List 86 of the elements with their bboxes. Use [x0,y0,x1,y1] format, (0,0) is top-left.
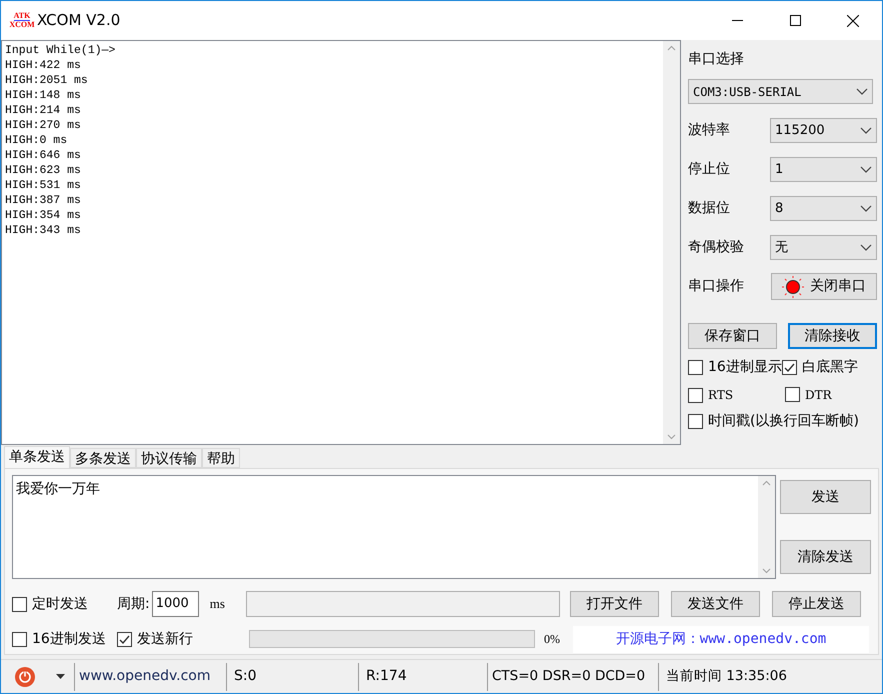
button[interactable]: 清除接收 [788,323,877,349]
received-line: HIGH:646 ms [5,148,81,163]
modem-lines-status: CTS=0 DSR=0 DCD=0 [487,662,658,690]
checkbox[interactable] [117,632,132,646]
progress-reading: 0% [544,631,560,648]
dropdown[interactable]: 1 [770,157,877,182]
checkmark-icon [119,634,130,644]
period-label: 周期: [117,594,150,614]
setting-label: 奇偶校验 [688,238,744,257]
current-time: 当前时间 13:35:06 [658,662,787,690]
received-line: HIGH:531 ms [5,178,81,193]
period-field[interactable]: 1000 [152,591,199,617]
website-link[interactable]: www.openedv.com [74,662,226,690]
checkbox-label: 发送新行 [137,630,193,648]
received-line: HIGH:214 ms [5,103,81,118]
operation-label: 串口操作 [688,277,744,296]
received-line: HIGH:270 ms [5,118,81,133]
checkbox[interactable] [688,388,703,402]
button[interactable]: 发送文件 [670,591,760,617]
window-title: XCOM V2.0 [37,10,120,32]
checkmark-icon [784,362,795,373]
chevron-down-icon [667,434,676,440]
app-logo: ATK XCOM [11,12,33,29]
checkbox[interactable] [688,414,703,429]
button[interactable]: 发送 [780,480,871,514]
chevron-down-icon [860,244,872,252]
close-icon [847,14,859,26]
chevron-down-icon [860,166,872,174]
button[interactable]: 停止发送 [772,591,861,617]
received-line: HIGH:387 ms [5,193,81,208]
unit-label: ms [210,595,225,614]
button[interactable]: 打开文件 [570,591,659,617]
dropdown[interactable]: 8 [770,196,877,221]
dropdown[interactable]: 115200 [770,118,877,143]
checkbox-label: 时间戳(以换行回车断帧) [708,412,859,431]
checkbox[interactable] [785,387,800,402]
chevron-down-icon [762,568,771,574]
maximize-icon [790,15,800,26]
dropdown[interactable]: 无 [770,235,877,260]
checkbox-label: 白底黑字 [802,358,858,377]
tab[interactable]: 单条发送 [4,446,70,468]
received-line: HIGH:343 ms [5,223,81,238]
received-line: HIGH:2051 ms [5,73,88,88]
received-line: Input While(1)—> [5,43,116,58]
checkbox-label: DTR [805,386,832,404]
chevron-up-icon [667,45,676,51]
tab[interactable]: 多条发送 [70,448,136,468]
file-path-field[interactable] [246,591,560,617]
sent-count: S:0 [226,662,358,690]
minimize-icon [732,20,742,21]
indicator-light-icon [782,276,804,298]
received-line: HIGH:148 ms [5,88,81,103]
setting-label: 数据位 [688,199,730,218]
checkbox-label: RTS [708,387,734,404]
checkbox-label: 定时发送 [32,594,88,614]
received-line: HIGH:422 ms [5,58,81,73]
button[interactable]: 保存窗口 [688,323,777,349]
receive-area[interactable]: Input While(1)—> HIGH:422 ms HIGH:2051 ms HIGH:148 ms HIGH:214 ms HIGH:270 ms HIGH:0 ms HIGH:646 ms HIGH:623 ms HIGH:531 ms HIGH:387 ms HIGH:354 ms HIGH:343 ms [1,40,681,445]
close-port-button[interactable]: 关闭串口 [771,273,877,300]
scrollbar[interactable] [758,476,775,578]
button[interactable]: 清除发送 [780,540,871,574]
setting-label: 停止位 [688,160,730,179]
send-text-field[interactable]: 我爱你一万年 [12,475,776,579]
port-label: 串口选择 [688,50,745,69]
tab[interactable]: 帮助 [202,448,240,468]
scrollbar[interactable] [663,41,680,444]
dropdown-arrow-icon[interactable] [56,674,65,679]
received-count: R:174 [358,662,487,690]
power-icon[interactable] [14,666,36,688]
checkbox[interactable] [12,596,27,612]
received-line: HIGH:354 ms [5,208,81,223]
chevron-down-icon [856,88,868,96]
tab[interactable]: 协议传输 [136,448,202,468]
checkbox[interactable] [12,632,27,646]
website-banner[interactable]: 开源电子网：www.openedv.com [573,626,869,652]
checkbox-label: 16进制显示 [708,358,782,377]
dropdown[interactable]: COM3:USB-SERIAL [688,79,873,104]
setting-label: 波特率 [688,121,730,140]
received-line: HIGH:0 ms [5,133,68,148]
chevron-down-icon [860,204,872,212]
checkbox-label: 16进制发送 [32,630,106,648]
checkbox[interactable] [688,360,703,375]
chevron-down-icon [860,126,872,134]
checkbox[interactable] [782,360,797,375]
received-line: HIGH:623 ms [5,163,81,178]
chevron-up-icon [762,480,771,486]
